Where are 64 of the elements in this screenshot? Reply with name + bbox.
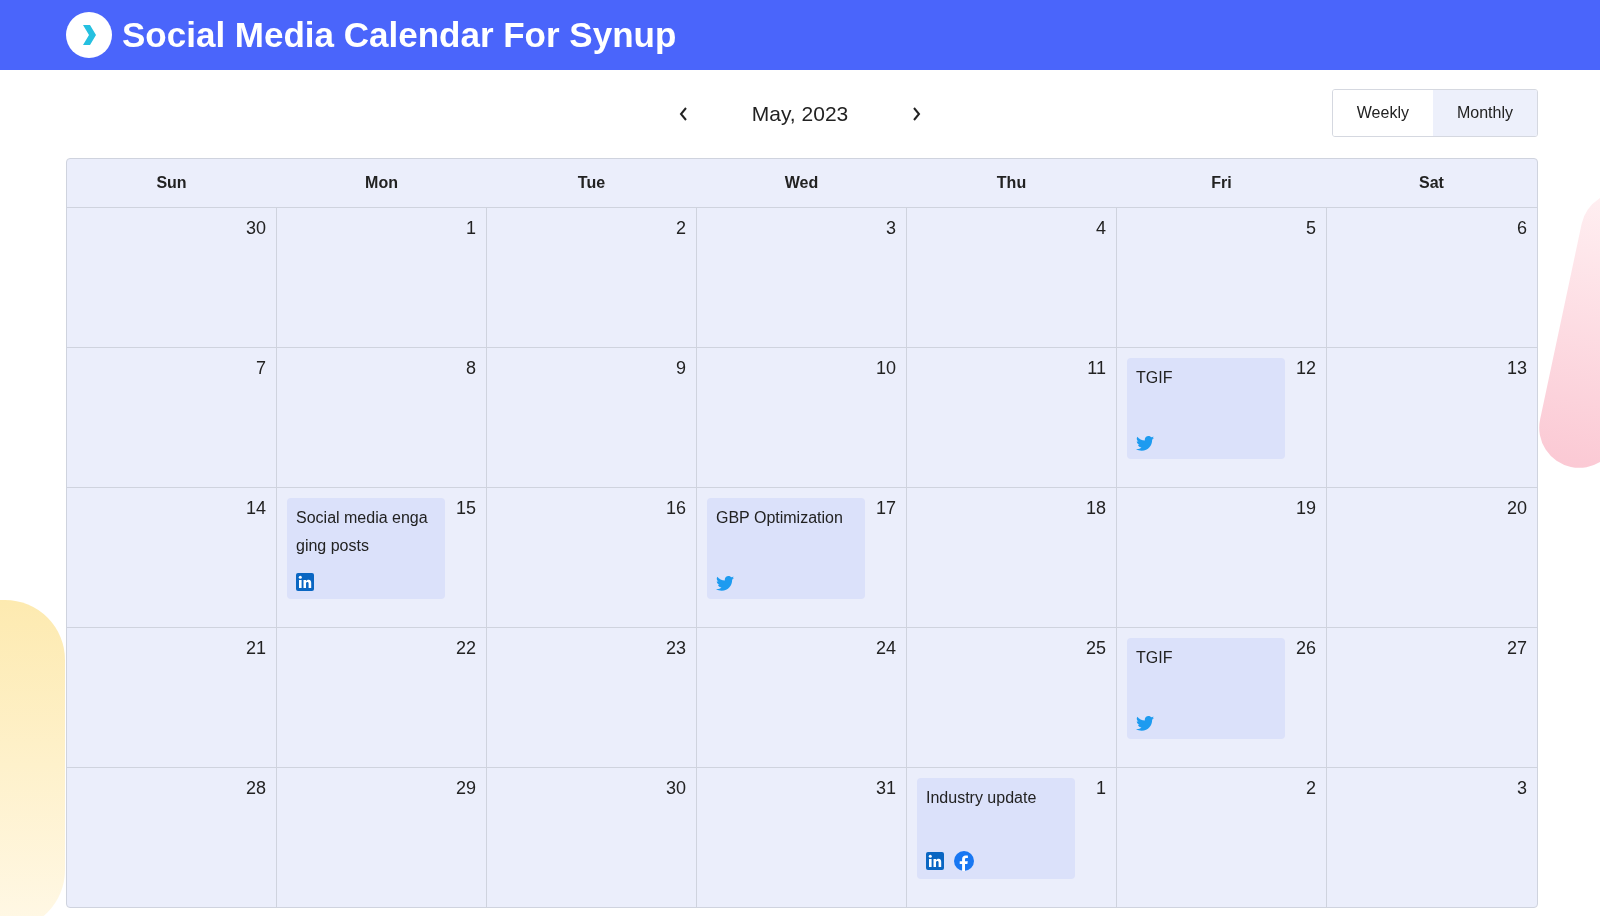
event-card[interactable]: Industry update bbox=[917, 778, 1075, 879]
day-number: 21 bbox=[245, 638, 266, 660]
day-number: 17 bbox=[875, 498, 896, 520]
day-number: 3 bbox=[1517, 778, 1527, 800]
chevron-right-icon bbox=[910, 106, 923, 122]
day-number: 6 bbox=[1517, 218, 1527, 240]
day-number: 4 bbox=[1096, 218, 1106, 240]
event-card[interactable]: GBP Optimization bbox=[707, 498, 865, 599]
day-number: 23 bbox=[665, 638, 686, 660]
day-number: 29 bbox=[455, 778, 476, 800]
weekday-header: Sat bbox=[1418, 173, 1445, 193]
weekday-header: Mon bbox=[364, 173, 399, 193]
day-number: 20 bbox=[1506, 498, 1527, 520]
linkedin-icon bbox=[296, 573, 314, 591]
weekday-header: Tue bbox=[576, 173, 607, 193]
logo-icon bbox=[66, 12, 112, 58]
day-number: 31 bbox=[875, 778, 896, 800]
day-number: 13 bbox=[1506, 358, 1527, 380]
event-title: TGIF bbox=[1136, 368, 1174, 388]
day-number: 24 bbox=[875, 638, 896, 660]
event-title: TGIF bbox=[1136, 648, 1174, 668]
day-number: 9 bbox=[676, 358, 686, 380]
event-title: Industry update bbox=[926, 788, 1038, 808]
view-tab[interactable]: Monthly bbox=[1432, 90, 1537, 136]
day-number: 14 bbox=[245, 498, 266, 520]
weekday-header: Sun bbox=[155, 173, 188, 193]
day-number: 30 bbox=[245, 218, 266, 240]
bird-icon bbox=[716, 576, 734, 591]
event-card[interactable]: TGIF bbox=[1127, 358, 1285, 459]
day-number: 30 bbox=[665, 778, 686, 800]
day-number: 27 bbox=[1506, 638, 1527, 660]
app-title: Social Media Calendar For Synup bbox=[122, 15, 677, 55]
day-number: 19 bbox=[1295, 498, 1316, 520]
event-card[interactable]: Social media engaging posts bbox=[287, 498, 445, 599]
day-number: 8 bbox=[466, 358, 476, 380]
day-number: 7 bbox=[256, 358, 266, 380]
event-card[interactable]: TGIF bbox=[1127, 638, 1285, 739]
linkedin-icon bbox=[926, 852, 944, 870]
month-label: May, 2023 bbox=[751, 102, 849, 126]
day-number: 16 bbox=[665, 498, 686, 520]
day-number: 2 bbox=[1306, 778, 1316, 800]
day-number: 12 bbox=[1295, 358, 1316, 380]
day-number: 5 bbox=[1306, 218, 1316, 240]
facebook-icon bbox=[954, 851, 974, 871]
day-number: 2 bbox=[676, 218, 686, 240]
day-number: 22 bbox=[455, 638, 476, 660]
day-number: 3 bbox=[886, 218, 896, 240]
day-number: 15 bbox=[455, 498, 476, 520]
weekday-header: Wed bbox=[783, 173, 820, 193]
bird-icon bbox=[1136, 436, 1154, 451]
day-number: 1 bbox=[466, 218, 476, 240]
day-number: 18 bbox=[1085, 498, 1106, 520]
chevron-left-icon bbox=[677, 106, 690, 122]
day-number: 1 bbox=[1096, 778, 1106, 800]
day-number: 11 bbox=[1087, 358, 1106, 380]
event-title: GBP Optimization bbox=[716, 508, 844, 528]
weekday-header: Thu bbox=[995, 173, 1028, 193]
day-number: 28 bbox=[245, 778, 266, 800]
bird-icon bbox=[1136, 716, 1154, 731]
day-number: 26 bbox=[1295, 638, 1316, 660]
event-title: Social media engaging posts bbox=[296, 508, 429, 556]
day-number: 10 bbox=[875, 358, 896, 380]
weekday-header: Fri bbox=[1210, 173, 1233, 193]
day-number: 25 bbox=[1085, 638, 1106, 660]
